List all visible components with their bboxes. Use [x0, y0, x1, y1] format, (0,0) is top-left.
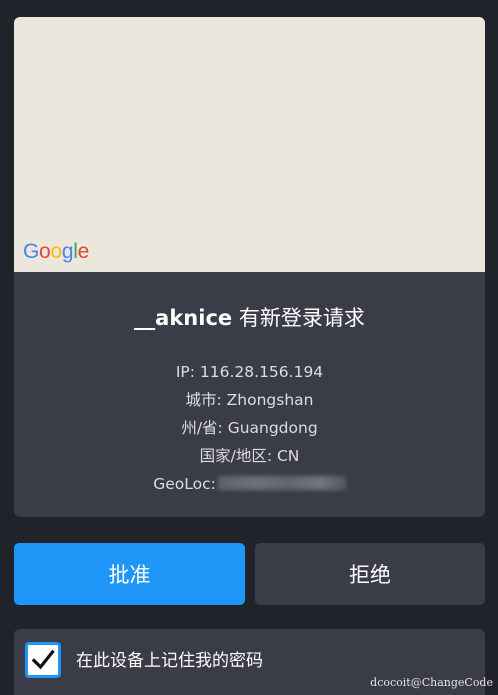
remember-password-label: 在此设备上记住我的密码: [76, 651, 263, 671]
location-map[interactable]: Google: [14, 17, 485, 272]
approve-button[interactable]: 批准: [14, 543, 245, 605]
google-logo: Google: [23, 240, 89, 263]
province-label: 州/省:: [181, 419, 228, 437]
country-row: 国家/地区: CN: [14, 442, 485, 470]
approve-button-label: 批准: [108, 563, 151, 587]
ip-value: 116.28.156.194: [199, 363, 324, 381]
country-value: CN: [276, 447, 300, 465]
country-label: 国家/地区:: [199, 447, 277, 465]
request-title: __aknice 有新登录请求: [14, 304, 485, 332]
login-details: IP: 116.28.156.194 城市: Zhongshan 州/省: Gu…: [14, 358, 485, 498]
city-row: 城市: Zhongshan: [14, 386, 485, 414]
checkmark-icon: [31, 649, 55, 670]
province-row: 州/省: Guangdong: [14, 414, 485, 442]
ip-row: IP: 116.28.156.194: [14, 358, 485, 386]
reject-button[interactable]: 拒绝: [255, 543, 485, 605]
city-label: 城市:: [185, 391, 227, 409]
login-request-card: Google __aknice 有新登录请求 IP: 116.28.156.19…: [14, 17, 485, 517]
city-value: Zhongshan: [226, 391, 314, 409]
reject-button-label: 拒绝: [349, 563, 391, 587]
remember-password-checkbox[interactable]: [25, 642, 61, 678]
geoloc-row: GeoLoc:: [14, 470, 485, 498]
username: __aknice: [134, 306, 233, 330]
request-title-suffix: 有新登录请求: [232, 306, 365, 330]
province-value: Guangdong: [227, 419, 318, 437]
geoloc-value-redacted: [217, 476, 346, 490]
watermark: dcocoit@ChangeCode: [370, 676, 493, 689]
geoloc-label: GeoLoc:: [153, 475, 216, 493]
ip-label: IP:: [175, 363, 200, 381]
